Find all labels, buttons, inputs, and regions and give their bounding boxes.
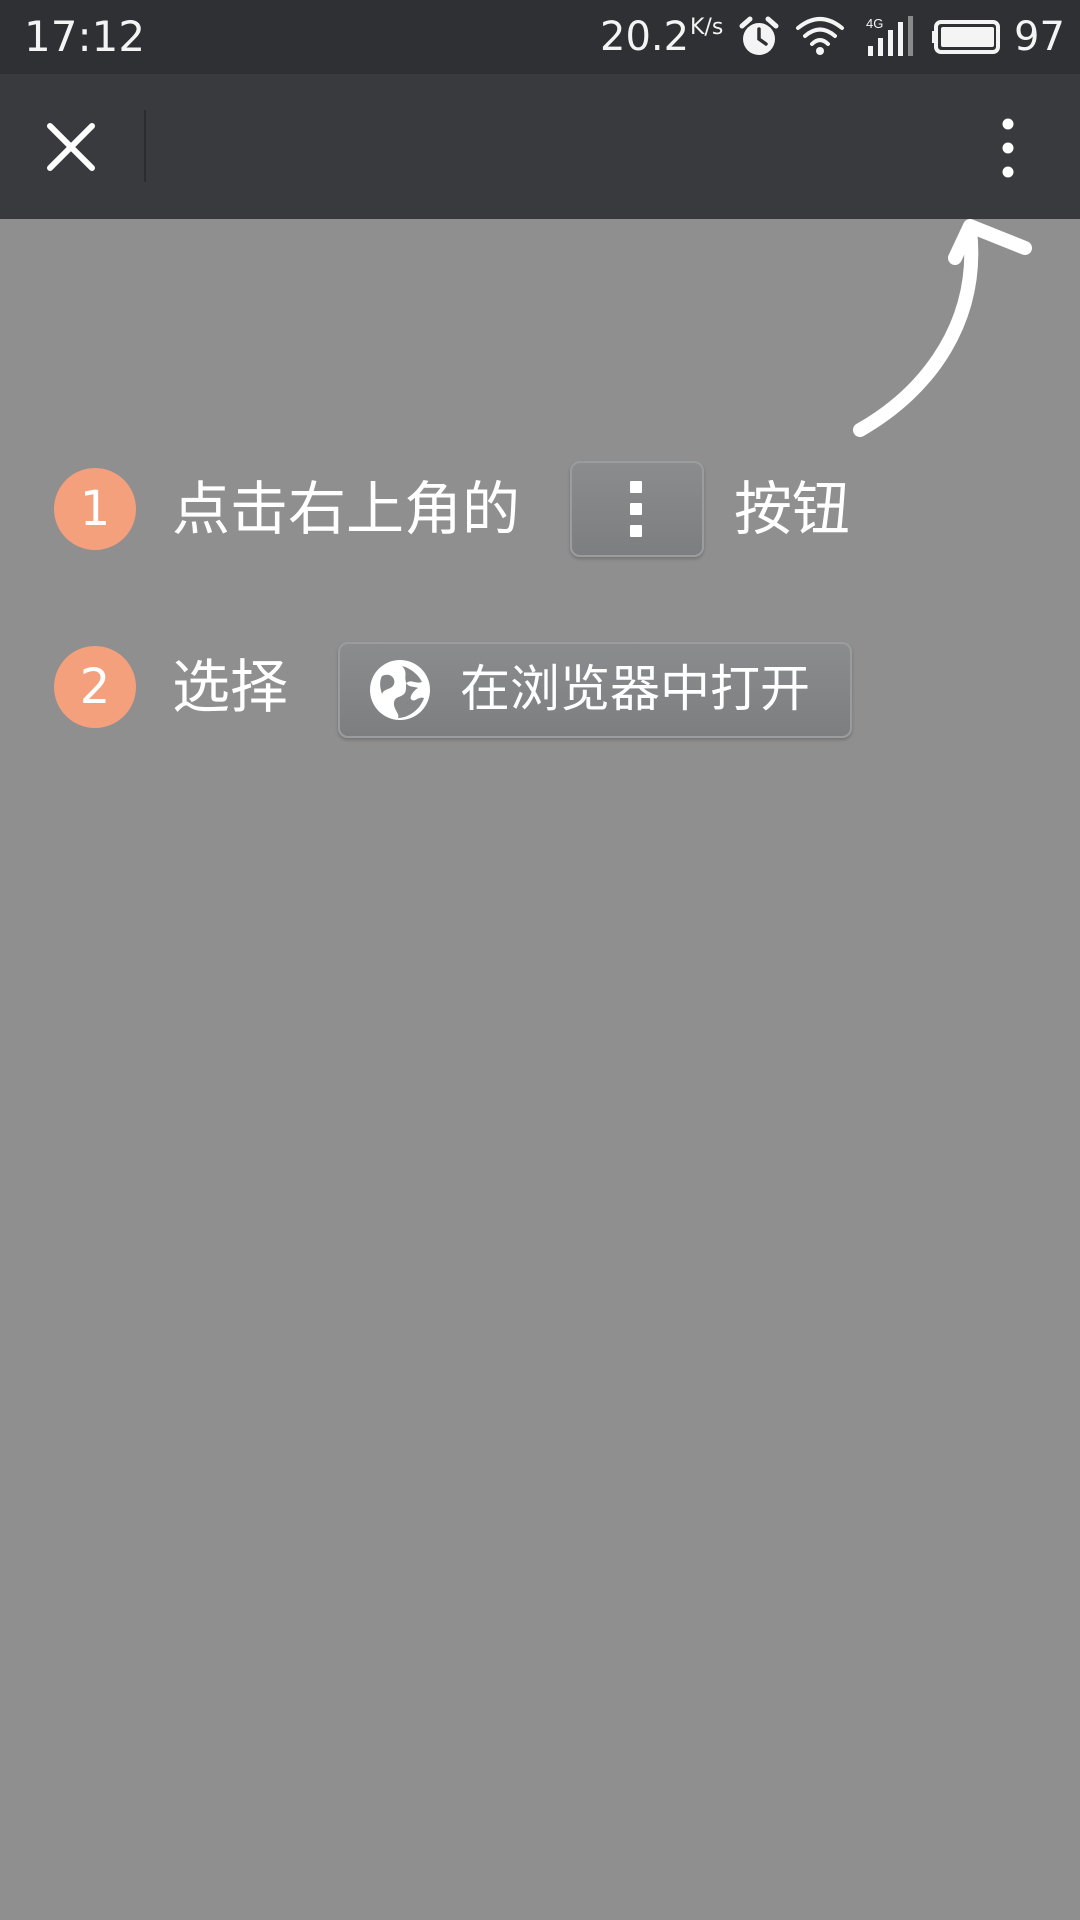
step-2-text-before: 选择 <box>172 653 289 721</box>
step-1-text-before: 点击右上角的 <box>172 475 521 543</box>
menu-dot-icon <box>630 503 642 515</box>
menu-dot-icon <box>630 525 642 537</box>
alarm-icon <box>739 16 779 55</box>
battery-icon <box>932 20 1000 54</box>
step-1-text-after: 按钮 <box>734 475 851 543</box>
step-1-badge: 1 <box>54 468 136 550</box>
status-net-speed-unit: K/s <box>690 15 724 40</box>
wifi-icon <box>796 17 844 55</box>
guide-step-1: 1 点击右上角的 按钮 <box>54 461 954 557</box>
status-net-speed: 20.2 <box>600 14 690 60</box>
network-type-text: 4G <box>866 16 883 31</box>
status-time: 17:12 <box>24 12 146 61</box>
battery-level: 97 <box>1014 14 1065 60</box>
step-2-badge: 2 <box>54 646 136 728</box>
guide-step-2: 2 选择 在浏览器中打开 <box>54 642 954 738</box>
pointer-arrow-icon <box>853 219 1032 437</box>
more-vertical-icon[interactable] <box>980 114 1036 184</box>
signal-4g-icon: 4G <box>866 16 913 56</box>
close-icon[interactable] <box>28 116 114 180</box>
app-bar-divider <box>144 110 146 182</box>
menu-button-illustration <box>570 461 704 557</box>
open-in-browser-label: 在浏览器中打开 <box>460 660 810 718</box>
app-bar <box>0 74 1080 219</box>
open-in-browser-illustration: 在浏览器中打开 <box>338 642 852 738</box>
status-bar: 17:12 20.2 K/s 4G 97 <box>0 0 1080 74</box>
globe-icon <box>370 660 430 720</box>
menu-dot-icon <box>630 481 642 493</box>
